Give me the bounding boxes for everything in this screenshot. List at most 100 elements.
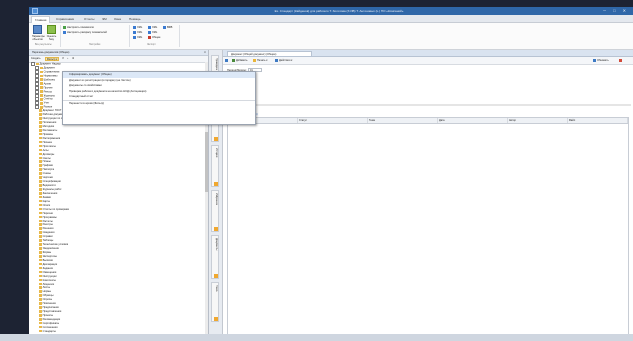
ribbon-separator (179, 25, 180, 47)
tree-item-label: Приказы (42, 132, 54, 136)
print-button[interactable]: Печать ▾ (253, 58, 268, 63)
tab-references[interactable]: Справочники (53, 16, 77, 22)
export-xml-4-button[interactable]: XML (148, 26, 157, 30)
tab-help[interactable]: Помощь (126, 16, 144, 22)
create-button[interactable]: Создать (31, 57, 41, 61)
folder-icon (40, 102, 43, 105)
evaluate-base-button[interactable]: Оценить базу (46, 25, 57, 43)
xml-icon (133, 31, 136, 34)
ribbon-separator (129, 25, 130, 47)
folder-icon (39, 211, 42, 215)
tree-item-label: Планы (42, 160, 51, 164)
vertical-tab[interactable]: Избранное (211, 190, 219, 232)
tree-item-label: Опросы (42, 298, 53, 302)
dropdown-item[interactable]: Стандартный отчет (63, 94, 255, 101)
tab-reports[interactable]: Отчеты (81, 16, 97, 22)
refresh-button[interactable]: Обновить (593, 58, 609, 63)
window-controls[interactable]: ─ □ ✕ (603, 8, 629, 13)
folder-icon (39, 164, 42, 167)
tree-item-label: Отчёты по проверкам (42, 207, 69, 211)
close-document-button[interactable] (619, 58, 623, 63)
tree-item-label: Таблицы (42, 239, 54, 243)
folder-icon (39, 203, 42, 207)
folder-icon (39, 188, 42, 191)
desktop-strip (0, 0, 29, 341)
document-icon (148, 36, 151, 39)
export-general-button[interactable]: Общее (148, 36, 161, 40)
setup-coloring-label: Настроить раскрасу показателей (67, 31, 107, 35)
folder-icon (39, 191, 42, 195)
export-xml-2-button[interactable]: XML (133, 31, 142, 35)
tree-item-label: Формы (42, 251, 52, 254)
folder-icon (39, 306, 42, 309)
setup-indicators-button[interactable]: Настроить показатели (63, 26, 94, 30)
column-status[interactable]: Статус (298, 118, 368, 123)
column-author[interactable]: Автор (508, 118, 568, 123)
folder-icon (39, 247, 42, 250)
xml-icon (133, 36, 136, 39)
tree-item-label: Рекомендации (42, 317, 61, 321)
export-vfv-label: ВФВ (167, 26, 173, 30)
folder-icon (39, 286, 42, 290)
tree-item-label: Инструкции (42, 274, 57, 278)
folder-icon (39, 243, 42, 246)
folder-icon (40, 90, 43, 93)
setup-indicators-label: Настроить показатели (67, 26, 94, 30)
tab-windows[interactable]: Окна (111, 16, 124, 22)
panel-title: Перечень документов (Общее) (32, 51, 70, 54)
folder-icon (36, 62, 39, 66)
vertical-tab[interactable]: История (211, 145, 219, 187)
column-subject[interactable]: Тема (368, 118, 438, 123)
tree-item-label: Декларации (42, 262, 58, 266)
main-toolbar: Добавить Печать ▾ Действия ▾ Обновить (223, 57, 633, 65)
tree-item-label: Расчеты (42, 219, 53, 223)
window-title: Ex. Стандарт (Кайденов) для рабочего T. … (274, 9, 404, 13)
export-xml-1-label: XML (137, 26, 143, 30)
export-xml-3-button[interactable]: XML (133, 36, 142, 40)
export-vfv-button[interactable]: ВФВ (163, 26, 172, 30)
tab-em[interactable]: ЭМ (99, 16, 110, 22)
folder-icon (39, 168, 42, 171)
folder-icon (40, 98, 43, 101)
filter-label: Фильтр (47, 58, 56, 61)
add-button[interactable]: Добавить (232, 58, 247, 63)
folder-icon (39, 140, 42, 144)
search-icon[interactable]: ⌕ (67, 57, 68, 61)
tree-item-label: Стандарты (42, 329, 56, 333)
dropdown-item[interactable]: Перенести в архив (Фильтр) (63, 101, 255, 107)
folder-icon (39, 156, 42, 160)
save-button[interactable] (225, 58, 229, 63)
tree-item-label: Представления (42, 310, 62, 314)
setup-coloring-button[interactable]: Настроить раскрасу показателей (63, 31, 107, 35)
refresh-icon[interactable]: ⟳ (62, 57, 64, 61)
settings-icon[interactable]: ⚙ (72, 57, 74, 61)
tree-item-label: Методики (42, 125, 55, 128)
filter-dropdown-button[interactable]: Фильтр ▾ (45, 57, 60, 61)
object-params-button[interactable]: Параметры объектов (32, 25, 45, 43)
column-file[interactable]: Файл (568, 118, 628, 123)
tree-item-label: Схемы (42, 172, 51, 176)
tree-item-label: Перечни (42, 211, 53, 215)
folder-icon (39, 195, 42, 199)
document-tab[interactable]: Документ (Общий документ) (Общие) (227, 51, 312, 56)
folder-icon (39, 113, 42, 116)
actions-button[interactable]: Действия ▾ (275, 58, 292, 63)
vertical-tab[interactable]: Поиск (211, 282, 219, 322)
tree-item-label: Карты (42, 199, 50, 203)
folder-icon (39, 314, 42, 317)
column-date[interactable]: Дата (438, 118, 508, 123)
object-params-label: Параметры объектов (32, 35, 45, 41)
folder-icon (39, 239, 42, 242)
close-icon[interactable]: ✕ (204, 50, 206, 55)
vertical-tab[interactable]: Документы (211, 235, 219, 279)
scrollbar-thumb[interactable] (205, 132, 208, 192)
folder-icon (39, 298, 42, 301)
export-xml-5-button[interactable]: XML (148, 31, 157, 35)
folder-icon (39, 329, 42, 333)
folder-icon (39, 132, 42, 136)
folder-icon (39, 144, 42, 148)
export-xml-1-button[interactable]: XML (133, 26, 142, 30)
divider (227, 104, 631, 106)
tab-main[interactable]: Главная (31, 16, 51, 23)
folder-icon (40, 86, 43, 89)
